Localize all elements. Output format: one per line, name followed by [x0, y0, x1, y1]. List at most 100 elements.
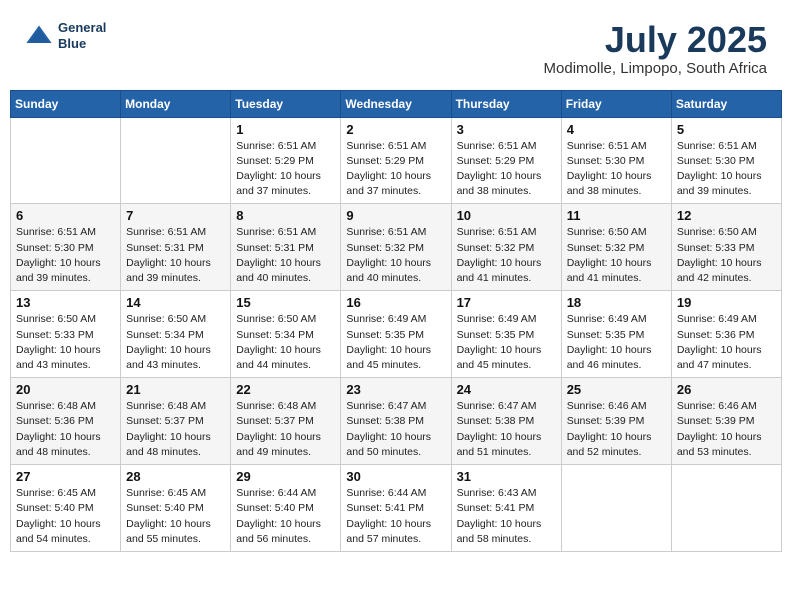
logo: General Blue [25, 20, 106, 51]
calendar-cell: 13 Sunrise: 6:50 AM Sunset: 5:33 PM Dayli… [11, 291, 121, 378]
cell-content: Sunrise: 6:50 AM Sunset: 5:34 PM Dayligh… [126, 312, 225, 373]
calendar-cell: 10Sunrise: 6:51 AM Sunset: 5:32 PM Dayli… [451, 204, 561, 291]
day-number: 3 [457, 122, 556, 137]
calendar-cell: 16 Sunrise: 6:49 AM Sunset: 5:35 PM Dayli… [341, 291, 451, 378]
cell-content: Sunrise: 6:49 AM Sunset: 5:35 PM Dayligh… [346, 312, 445, 373]
day-number: 5 [677, 122, 776, 137]
calendar-cell: 7Sunrise: 6:51 AM Sunset: 5:31 PM Daylig… [121, 204, 231, 291]
calendar-cell [11, 117, 121, 204]
cell-content: Sunrise: 6:47 AM Sunset: 5:38 PM Dayligh… [346, 399, 445, 460]
calendar-cell: 29Sunrise: 6:44 AM Sunset: 5:40 PM Dayli… [231, 465, 341, 552]
cell-content: Sunrise: 6:49 AM Sunset: 5:36 PM Dayligh… [677, 312, 776, 373]
day-number: 28 [126, 469, 225, 484]
cell-content: Sunrise: 6:50 AM Sunset: 5:33 PM Dayligh… [677, 225, 776, 286]
calendar-cell: 14Sunrise: 6:50 AM Sunset: 5:34 PM Dayli… [121, 291, 231, 378]
cell-content: Sunrise: 6:46 AM Sunset: 5:39 PM Dayligh… [677, 399, 776, 460]
month-year-title: July 2025 [544, 20, 767, 60]
day-number: 4 [567, 122, 666, 137]
cell-content: Sunrise: 6:48 AM Sunset: 5:37 PM Dayligh… [126, 399, 225, 460]
calendar-cell: 23 Sunrise: 6:47 AM Sunset: 5:38 PM Dayli… [341, 378, 451, 465]
calendar-cell: 18 Sunrise: 6:49 AM Sunset: 5:35 PM Dayli… [561, 291, 671, 378]
weekday-header: Saturday [671, 90, 781, 117]
calendar-week-row: 1 Sunrise: 6:51 AM Sunset: 5:29 PM Daylig… [11, 117, 782, 204]
day-number: 29 [236, 469, 335, 484]
calendar-cell: 21 Sunrise: 6:48 AM Sunset: 5:37 PM Dayli… [121, 378, 231, 465]
cell-content: Sunrise: 6:50 AM Sunset: 5:33 PM Dayligh… [16, 312, 115, 373]
calendar-table: SundayMondayTuesdayWednesdayThursdayFrid… [10, 90, 782, 552]
day-number: 31 [457, 469, 556, 484]
calendar-cell: 24 Sunrise: 6:47 AM Sunset: 5:38 PM Dayli… [451, 378, 561, 465]
cell-content: Sunrise: 6:44 AM Sunset: 5:41 PM Dayligh… [346, 486, 445, 547]
day-number: 26 [677, 382, 776, 397]
calendar-cell: 12 Sunrise: 6:50 AM Sunset: 5:33 PM Dayli… [671, 204, 781, 291]
weekday-header: Thursday [451, 90, 561, 117]
logo-text: General Blue [58, 20, 106, 51]
calendar-cell: 30 Sunrise: 6:44 AM Sunset: 5:41 PM Dayli… [341, 465, 451, 552]
calendar-header-row: SundayMondayTuesdayWednesdayThursdayFrid… [11, 90, 782, 117]
day-number: 15 [236, 295, 335, 310]
calendar-cell: 3 Sunrise: 6:51 AM Sunset: 5:29 PM Daylig… [451, 117, 561, 204]
day-number: 16 [346, 295, 445, 310]
cell-content: Sunrise: 6:49 AM Sunset: 5:35 PM Dayligh… [457, 312, 556, 373]
cell-content: Sunrise: 6:51 AM Sunset: 5:32 PM Dayligh… [346, 225, 445, 286]
calendar-week-row: 13 Sunrise: 6:50 AM Sunset: 5:33 PM Dayli… [11, 291, 782, 378]
cell-content: Sunrise: 6:51 AM Sunset: 5:30 PM Dayligh… [567, 139, 666, 200]
cell-content: Sunrise: 6:51 AM Sunset: 5:29 PM Dayligh… [346, 139, 445, 200]
cell-content: Sunrise: 6:51 AM Sunset: 5:30 PM Dayligh… [677, 139, 776, 200]
day-number: 18 [567, 295, 666, 310]
day-number: 30 [346, 469, 445, 484]
day-number: 27 [16, 469, 115, 484]
cell-content: Sunrise: 6:51 AM Sunset: 5:32 PM Dayligh… [457, 225, 556, 286]
day-number: 17 [457, 295, 556, 310]
day-number: 19 [677, 295, 776, 310]
calendar-cell [561, 465, 671, 552]
day-number: 12 [677, 208, 776, 223]
calendar-cell: 8 Sunrise: 6:51 AM Sunset: 5:31 PM Daylig… [231, 204, 341, 291]
weekday-header: Sunday [11, 90, 121, 117]
cell-content: Sunrise: 6:50 AM Sunset: 5:34 PM Dayligh… [236, 312, 335, 373]
calendar-week-row: 27 Sunrise: 6:45 AM Sunset: 5:40 PM Dayli… [11, 465, 782, 552]
cell-content: Sunrise: 6:48 AM Sunset: 5:36 PM Dayligh… [16, 399, 115, 460]
calendar-cell: 1Sunrise: 6:51 AM Sunset: 5:29 PM Daylig… [231, 117, 341, 204]
calendar-cell [671, 465, 781, 552]
day-number: 7 [126, 208, 225, 223]
cell-content: Sunrise: 6:51 AM Sunset: 5:31 PM Dayligh… [236, 225, 335, 286]
cell-content: Sunrise: 6:49 AM Sunset: 5:35 PM Dayligh… [567, 312, 666, 373]
calendar-cell: 17 Sunrise: 6:49 AM Sunset: 5:35 PM Dayli… [451, 291, 561, 378]
weekday-header: Wednesday [341, 90, 451, 117]
cell-content: Sunrise: 6:48 AM Sunset: 5:37 PM Dayligh… [236, 399, 335, 460]
cell-content: Sunrise: 6:47 AM Sunset: 5:38 PM Dayligh… [457, 399, 556, 460]
cell-content: Sunrise: 6:43 AM Sunset: 5:41 PM Dayligh… [457, 486, 556, 547]
day-number: 1 [236, 122, 335, 137]
logo-icon [25, 22, 53, 50]
cell-content: Sunrise: 6:50 AM Sunset: 5:32 PM Dayligh… [567, 225, 666, 286]
calendar-cell: 11Sunrise: 6:50 AM Sunset: 5:32 PM Dayli… [561, 204, 671, 291]
calendar-cell: 5 Sunrise: 6:51 AM Sunset: 5:30 PM Daylig… [671, 117, 781, 204]
day-number: 22 [236, 382, 335, 397]
day-number: 6 [16, 208, 115, 223]
calendar-cell: 15 Sunrise: 6:50 AM Sunset: 5:34 PM Dayli… [231, 291, 341, 378]
day-number: 20 [16, 382, 115, 397]
calendar-cell: 31 Sunrise: 6:43 AM Sunset: 5:41 PM Dayli… [451, 465, 561, 552]
day-number: 13 [16, 295, 115, 310]
day-number: 25 [567, 382, 666, 397]
weekday-header: Monday [121, 90, 231, 117]
calendar-cell: 22 Sunrise: 6:48 AM Sunset: 5:37 PM Dayli… [231, 378, 341, 465]
cell-content: Sunrise: 6:45 AM Sunset: 5:40 PM Dayligh… [16, 486, 115, 547]
day-number: 2 [346, 122, 445, 137]
calendar-cell: 9Sunrise: 6:51 AM Sunset: 5:32 PM Daylig… [341, 204, 451, 291]
calendar-cell: 19 Sunrise: 6:49 AM Sunset: 5:36 PM Dayli… [671, 291, 781, 378]
logo-line1: General [58, 20, 106, 36]
day-number: 24 [457, 382, 556, 397]
cell-content: Sunrise: 6:45 AM Sunset: 5:40 PM Dayligh… [126, 486, 225, 547]
calendar-cell: 28 Sunrise: 6:45 AM Sunset: 5:40 PM Dayli… [121, 465, 231, 552]
day-number: 8 [236, 208, 335, 223]
cell-content: Sunrise: 6:46 AM Sunset: 5:39 PM Dayligh… [567, 399, 666, 460]
cell-content: Sunrise: 6:51 AM Sunset: 5:30 PM Dayligh… [16, 225, 115, 286]
page-header: General Blue July 2025 Modimolle, Limpop… [10, 10, 782, 82]
calendar-cell: 26 Sunrise: 6:46 AM Sunset: 5:39 PM Dayli… [671, 378, 781, 465]
day-number: 21 [126, 382, 225, 397]
logo-line2: Blue [58, 36, 106, 52]
day-number: 23 [346, 382, 445, 397]
cell-content: Sunrise: 6:51 AM Sunset: 5:29 PM Dayligh… [457, 139, 556, 200]
